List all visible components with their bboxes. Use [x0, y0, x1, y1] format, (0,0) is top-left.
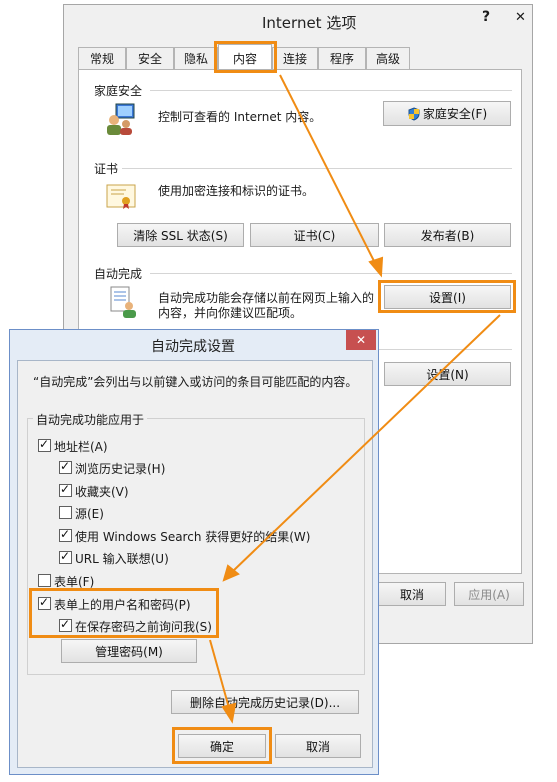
annotation-arrows	[209, 74, 501, 724]
